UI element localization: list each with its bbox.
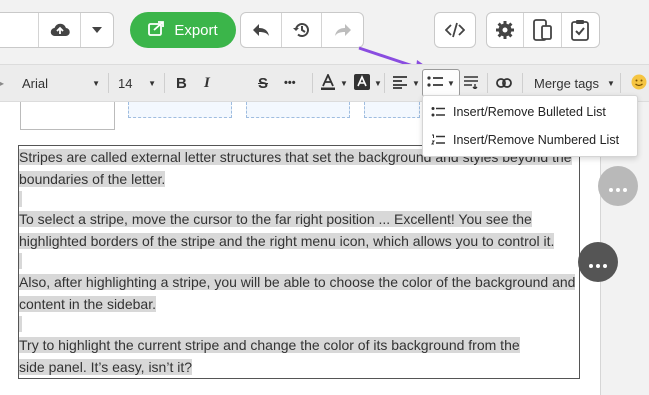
divider xyxy=(108,73,109,93)
divider xyxy=(620,73,621,93)
align-button[interactable]: ▼ xyxy=(392,65,420,101)
divider xyxy=(312,73,313,93)
chevron-down-icon: ▼ xyxy=(447,78,455,88)
text-color-icon xyxy=(320,72,336,93)
device-preview-button[interactable] xyxy=(524,13,562,47)
empty-line-marker xyxy=(19,191,22,207)
export-icon xyxy=(148,20,166,40)
save-group xyxy=(0,12,114,48)
emoji-icon xyxy=(631,74,647,93)
export-label: Export xyxy=(174,21,218,39)
text-line: side panel. It’s easy, isn’t it? xyxy=(19,359,193,375)
empty-line-marker xyxy=(19,316,22,332)
code-icon xyxy=(445,22,465,38)
font-size-value: 14 xyxy=(118,75,133,91)
text-color-button[interactable]: ▼ xyxy=(320,65,348,101)
more-options-button[interactable]: ••• xyxy=(284,65,296,101)
divider xyxy=(384,73,385,93)
settings-button[interactable] xyxy=(487,13,525,47)
history-group xyxy=(240,12,364,48)
bulleted-list-icon xyxy=(427,75,443,92)
previous-stripe[interactable] xyxy=(20,102,115,130)
history-icon xyxy=(292,20,312,40)
structure-menu-button[interactable] xyxy=(598,166,638,206)
text-line: content in the sidebar. xyxy=(19,296,156,312)
redo-icon xyxy=(333,22,353,38)
text-line: To select a stripe, move the cursor to t… xyxy=(19,211,532,227)
placeholder-block[interactable] xyxy=(128,102,232,118)
paragraph: To select a stripe, move the cursor to t… xyxy=(19,208,555,252)
chevron-down-icon: ▼ xyxy=(340,78,348,88)
strikethrough-button[interactable]: S xyxy=(258,65,268,101)
menu-item-numbered-list[interactable]: Insert/Remove Numbered List xyxy=(423,126,637,154)
settings-group xyxy=(486,12,600,48)
device-preview-icon xyxy=(532,19,553,41)
cloud-upload-button[interactable] xyxy=(39,13,81,47)
history-button[interactable] xyxy=(282,13,323,47)
cloud-upload-icon xyxy=(50,22,70,38)
chevron-down-icon: ▼ xyxy=(92,78,100,88)
link-icon xyxy=(496,76,512,91)
menu-item-label: Insert/Remove Numbered List xyxy=(453,133,620,147)
numbered-list-icon xyxy=(423,134,453,146)
font-size-select[interactable]: 14 ▼ xyxy=(118,65,156,101)
paragraph: Try to highlight the current stripe and … xyxy=(19,334,520,378)
chevron-down-icon: ▼ xyxy=(374,78,382,88)
font-family-value: Arial xyxy=(22,75,49,91)
undo-button[interactable] xyxy=(241,13,282,47)
align-left-icon xyxy=(392,75,408,92)
placeholder-block[interactable] xyxy=(246,102,350,118)
list-button[interactable]: ▼ xyxy=(422,69,460,97)
toolbar-left-caret: ▸ xyxy=(0,78,5,88)
undo-icon xyxy=(251,22,271,38)
more-dots-icon xyxy=(609,176,627,197)
placeholder-block[interactable] xyxy=(364,102,420,118)
stripe-menu-button[interactable] xyxy=(578,242,618,282)
italic-button[interactable]: I xyxy=(204,65,210,101)
chevron-down-icon: ▼ xyxy=(148,78,156,88)
menu-item-bulleted-list[interactable]: Insert/Remove Bulleted List xyxy=(423,98,637,126)
chevron-down-icon: ▼ xyxy=(607,78,615,88)
gear-icon xyxy=(495,20,515,40)
text-line: boundaries of the letter. xyxy=(19,171,166,187)
top-bar: Export xyxy=(0,0,649,77)
font-family-select[interactable]: Arial ▼ xyxy=(22,65,100,101)
clipboard-check-icon xyxy=(571,19,590,41)
text-line: highlighted borders of the stripe and th… xyxy=(19,233,555,249)
line-height-icon xyxy=(463,75,479,92)
divider xyxy=(522,73,523,93)
list-dropdown-menu: Insert/Remove Bulleted List Insert/Remov… xyxy=(422,95,638,157)
divider xyxy=(487,73,488,93)
background-color-icon xyxy=(354,73,370,93)
background-color-button[interactable]: ▼ xyxy=(354,65,382,101)
text-line: Also, after highlighting a stripe, you w… xyxy=(19,274,576,290)
bulleted-list-icon xyxy=(423,106,453,118)
name-field[interactable] xyxy=(0,13,39,47)
save-options-button[interactable] xyxy=(81,13,113,47)
chevron-down-icon xyxy=(92,27,102,33)
export-button[interactable]: Export xyxy=(130,12,236,48)
menu-item-label: Insert/Remove Bulleted List xyxy=(453,105,606,119)
paragraph: Also, after highlighting a stripe, you w… xyxy=(19,271,576,315)
more-dots-icon xyxy=(589,252,607,273)
text-line: Try to highlight the current stripe and … xyxy=(19,337,520,353)
empty-line-marker xyxy=(19,253,22,269)
merge-tags-label: Merge tags xyxy=(534,75,600,91)
chevron-down-icon: ▼ xyxy=(412,78,420,88)
bold-button[interactable]: B xyxy=(176,65,187,101)
divider xyxy=(164,73,165,93)
test-button[interactable] xyxy=(562,13,599,47)
